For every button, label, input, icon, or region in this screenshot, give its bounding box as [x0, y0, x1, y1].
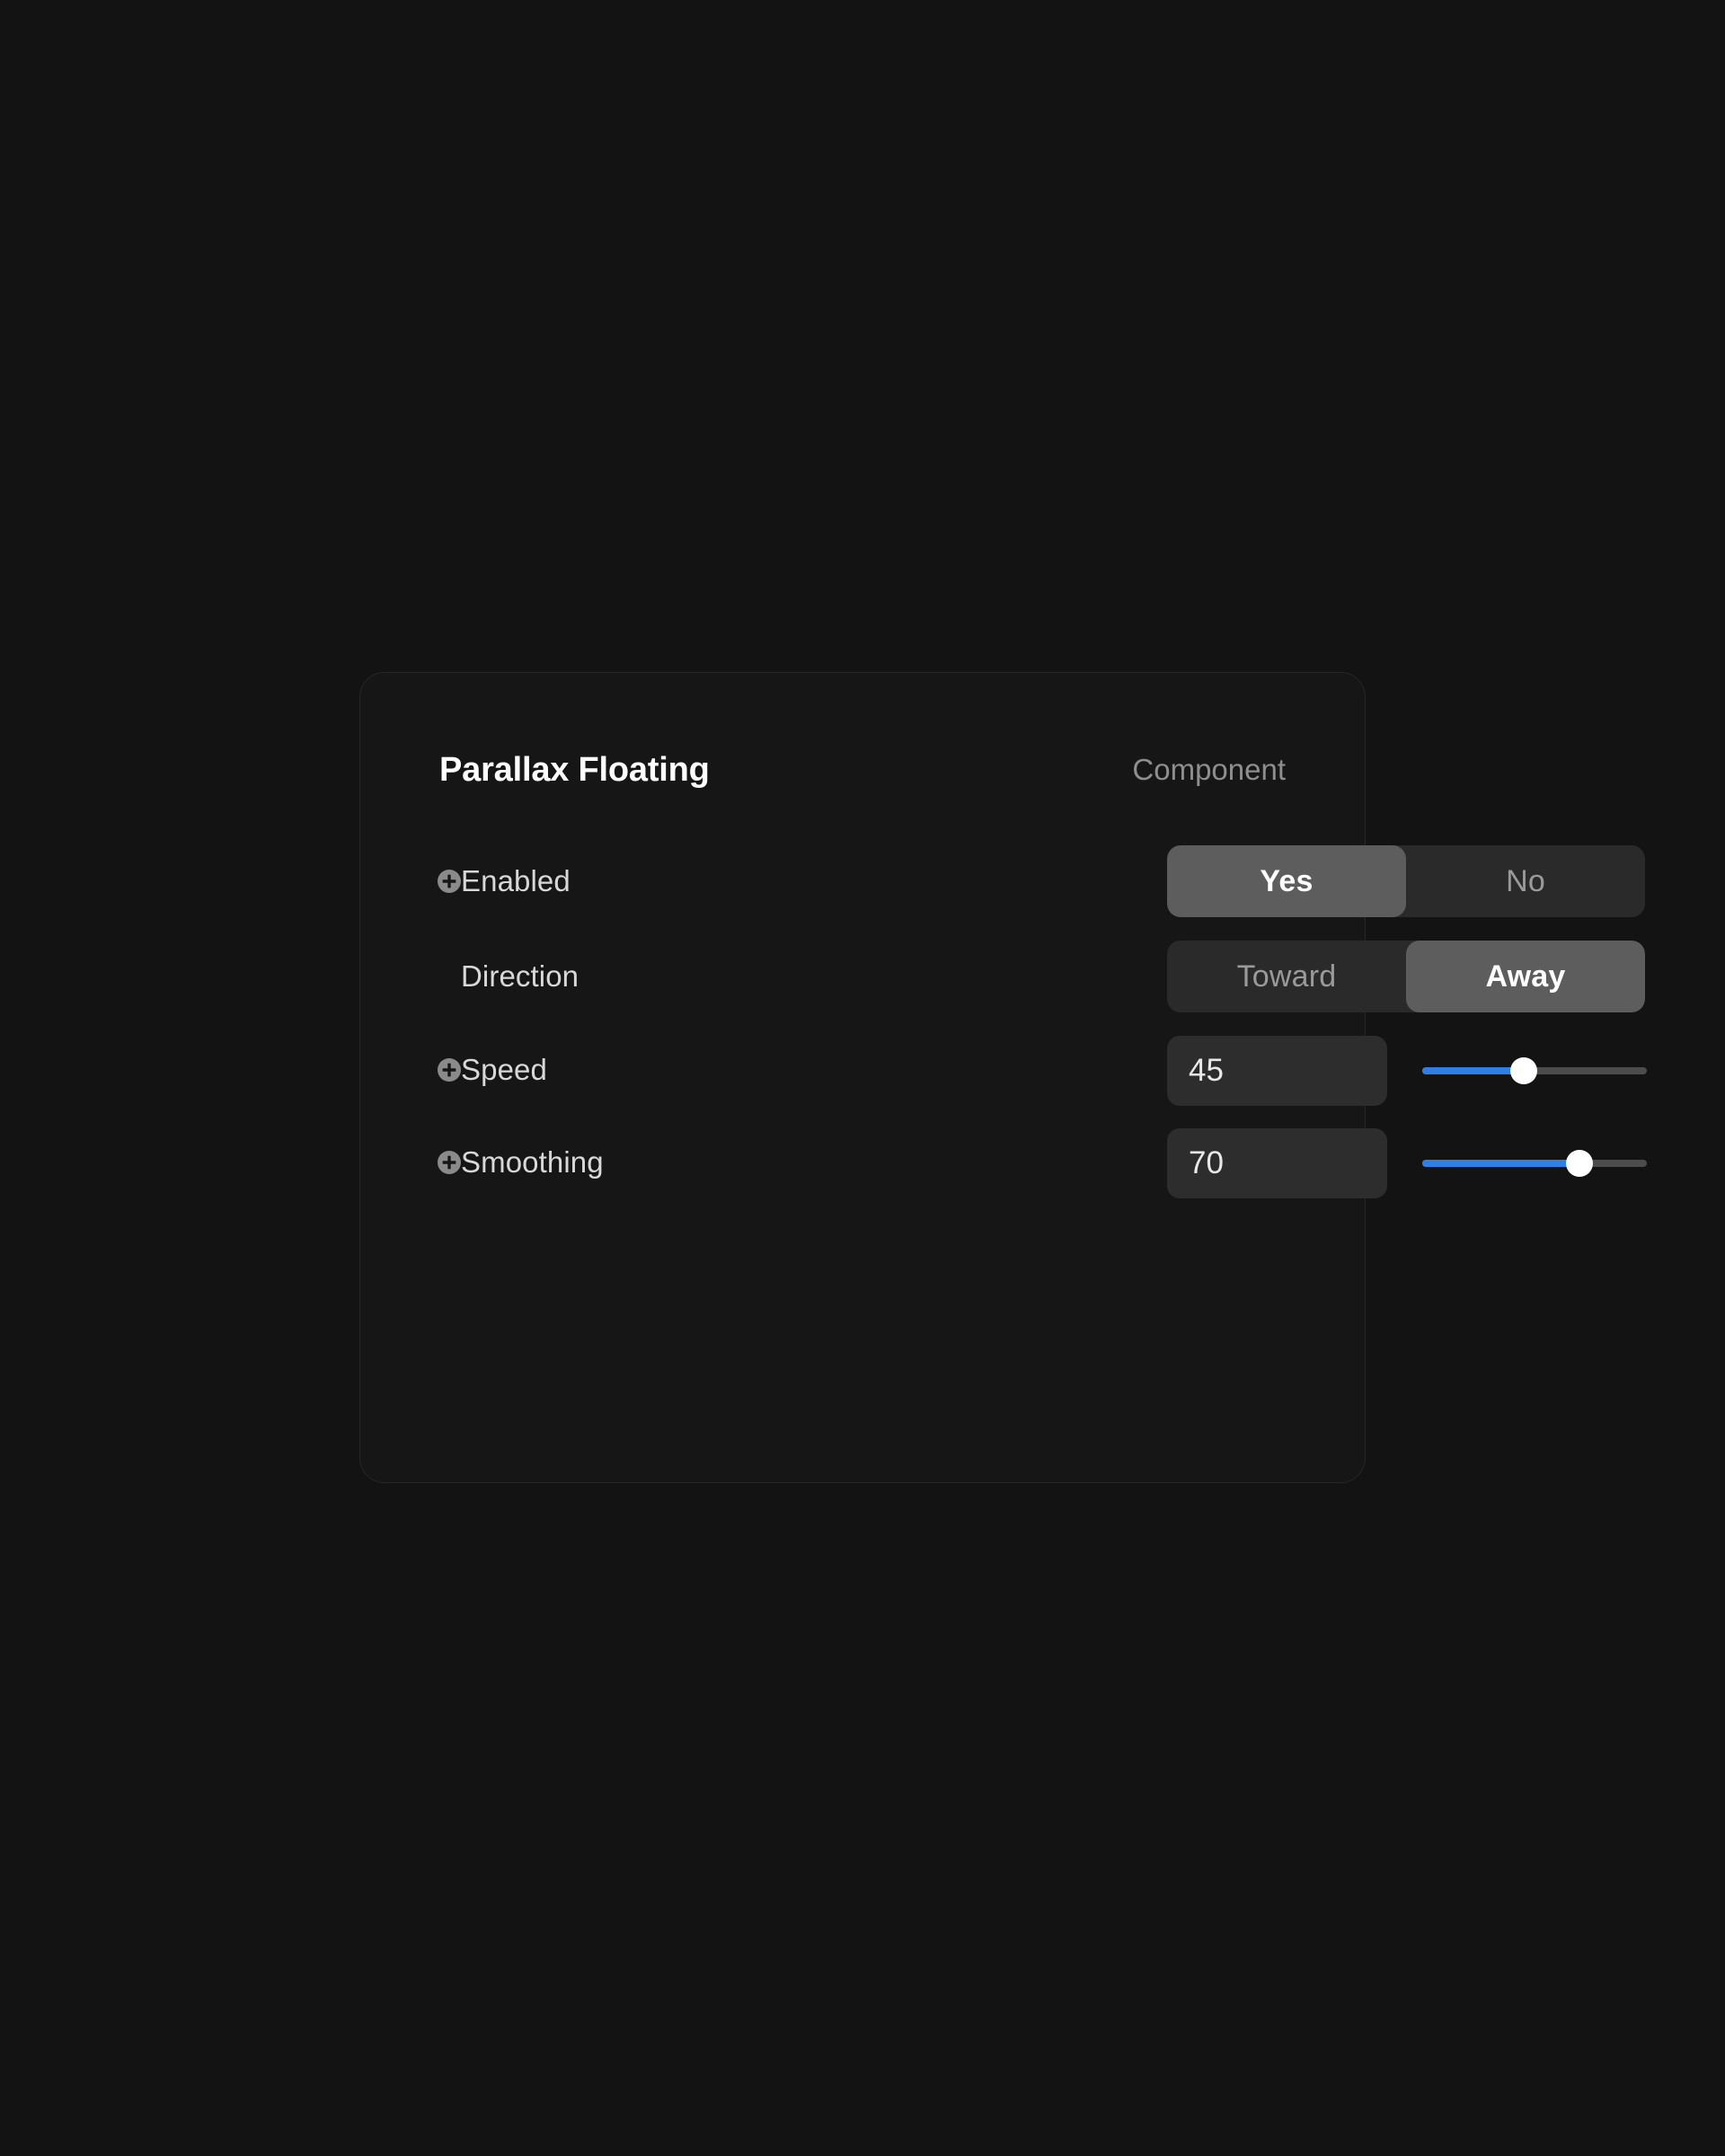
row-smoothing-label: Smoothing [461, 1145, 604, 1179]
parallax-floating-panel: Parallax Floating Component Enabled Yes … [359, 672, 1647, 1483]
row-enabled: Enabled Yes No [360, 836, 1645, 926]
component-kind-label: Component [1132, 753, 1286, 786]
row-speed: Speed 45 [360, 1025, 1647, 1115]
row-enabled-label: Enabled [461, 864, 571, 897]
panel-header: Parallax Floating Component [360, 743, 1365, 797]
plus-circle-icon[interactable] [438, 870, 461, 893]
row-speed-label: Speed [461, 1053, 547, 1086]
row-smoothing-label-zone: Smoothing [414, 1118, 801, 1207]
direction-option-toward[interactable]: Toward [1167, 941, 1406, 1012]
row-direction: Direction Toward Away [360, 932, 1645, 1021]
row-speed-label-zone: Speed [414, 1025, 801, 1115]
plus-circle-icon[interactable] [438, 1151, 461, 1174]
row-enabled-icon-gutter [414, 836, 461, 926]
smoothing-slider-fill [1422, 1160, 1579, 1167]
enabled-option-no[interactable]: No [1406, 845, 1645, 917]
row-enabled-label-zone: Enabled [414, 836, 801, 926]
row-direction-label-zone: Direction [414, 932, 801, 1021]
direction-segmented-control[interactable]: Toward Away [1167, 941, 1645, 1012]
row-direction-icon-gutter [414, 932, 461, 1021]
speed-value-input[interactable]: 45 [1167, 1036, 1387, 1106]
row-smoothing-icon-gutter [414, 1118, 461, 1207]
smoothing-slider-thumb[interactable] [1566, 1150, 1593, 1177]
enabled-option-yes[interactable]: Yes [1167, 845, 1406, 917]
row-direction-label: Direction [461, 959, 579, 993]
smoothing-value-input[interactable]: 70 [1167, 1128, 1387, 1198]
speed-slider-thumb[interactable] [1509, 1057, 1537, 1084]
speed-slider[interactable] [1422, 1057, 1647, 1084]
plus-circle-icon[interactable] [438, 1058, 461, 1082]
row-speed-icon-gutter [414, 1025, 461, 1115]
enabled-segmented-control[interactable]: Yes No [1167, 845, 1645, 917]
direction-option-away[interactable]: Away [1406, 941, 1645, 1012]
page-title: Parallax Floating [439, 750, 710, 789]
row-smoothing: Smoothing 70 [360, 1118, 1647, 1207]
speed-slider-fill [1422, 1067, 1524, 1074]
smoothing-slider[interactable] [1422, 1150, 1647, 1177]
screen-root: Parallax Floating Component Enabled Yes … [0, 0, 1725, 2156]
